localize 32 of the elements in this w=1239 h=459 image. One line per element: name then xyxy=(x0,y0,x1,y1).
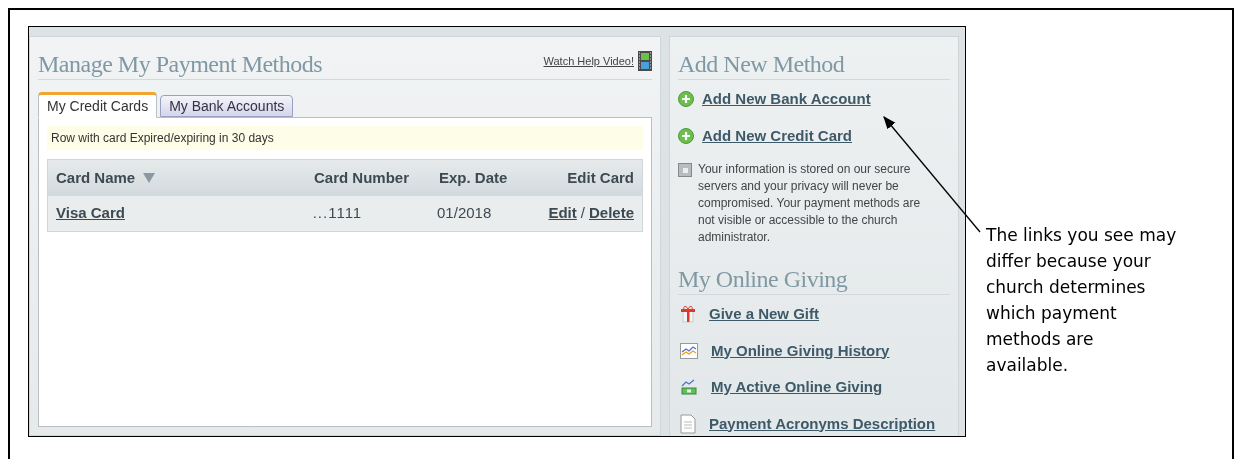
gift-icon xyxy=(680,305,696,324)
card-number: ...1111 xyxy=(312,203,364,224)
sidebar-link[interactable]: My Active Online Giving xyxy=(711,376,883,399)
edit-link[interactable]: Edit xyxy=(548,202,577,225)
sidebar-link[interactable]: Add New Credit Card xyxy=(702,124,852,147)
privacy-note: Your information is stored on our secure servers and your privacy will never be compromised. Your payment methods are not visible or accessible to the church administrator. xyxy=(698,161,922,246)
film-icon xyxy=(638,51,652,71)
link-separator: / xyxy=(580,203,585,224)
section-title: Add New Method xyxy=(678,49,950,80)
callout-text: The links you see may differ because your church determines which payment methods are available. xyxy=(986,224,1178,377)
sidebar-link[interactable]: Give a New Gift xyxy=(709,303,820,326)
tab[interactable]: My Bank Accounts xyxy=(160,95,294,117)
column-header[interactable]: Card Number xyxy=(314,168,410,186)
column-header[interactable]: Exp. Date xyxy=(439,168,508,186)
tab[interactable]: My Credit Cards xyxy=(38,92,158,118)
plus-circle-icon xyxy=(678,127,694,144)
line-chart-icon xyxy=(680,342,698,359)
sidebar-link[interactable]: Add New Bank Account xyxy=(702,88,871,111)
expiry-date: 01/2018 xyxy=(437,203,493,224)
card-name-link[interactable]: Visa Card xyxy=(56,202,313,225)
sidebar-link[interactable]: My Online Giving History xyxy=(711,339,890,362)
delete-link[interactable]: Delete xyxy=(588,202,634,225)
plus-circle-icon xyxy=(678,91,694,108)
document-icon xyxy=(680,413,696,434)
expiry-notice: Row with card Expired/expiring in 30 days xyxy=(47,126,643,150)
column-header[interactable]: Card Name xyxy=(56,166,136,190)
column-header[interactable]: Edit Card xyxy=(567,166,634,190)
help-video-link[interactable]: Watch Help Video! xyxy=(543,52,634,70)
chart-money-icon xyxy=(680,378,698,397)
page-title: Manage My Payment Methods xyxy=(38,50,323,79)
sidebar-link[interactable]: Payment Acronyms Description xyxy=(709,412,936,435)
section-title: My Online Giving xyxy=(678,264,950,295)
